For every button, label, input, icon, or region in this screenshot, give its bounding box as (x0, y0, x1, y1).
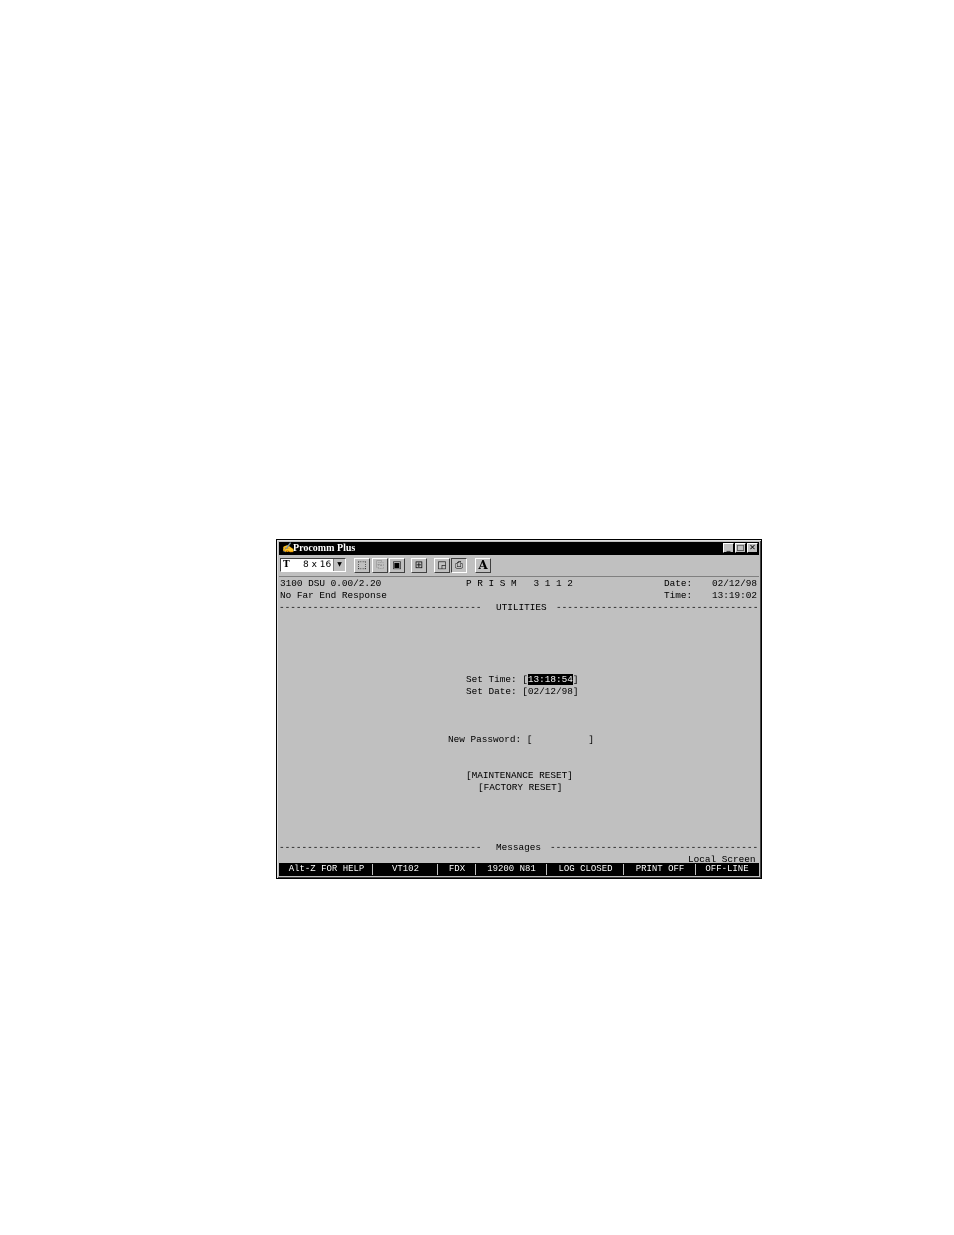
password-field[interactable]: New Password: [] (448, 734, 594, 746)
status-bar: Alt-Z FOR HELP VT102 FDX 19200 N81 LOG C… (279, 863, 759, 876)
password-label: New Password: (448, 734, 522, 745)
font-icon: T (283, 560, 290, 570)
font-icon-button[interactable]: A (475, 558, 491, 573)
log-status[interactable]: LOG CLOSED (548, 864, 624, 875)
product-name: P R I S M 3 1 1 2 (466, 578, 573, 589)
set-time-label: Set Time: (466, 674, 517, 685)
toolbar: T 8 x 16 ▼ ⬚ ⎘ ▣ ⊞ ◲ ⎙ A (279, 556, 759, 574)
set-date-label: Set Date: (466, 686, 517, 697)
print-status[interactable]: PRINT OFF (625, 864, 696, 875)
port-settings[interactable]: 19200 N81 (477, 864, 547, 875)
factory-reset-label: FACTORY RESET (483, 782, 557, 793)
window-controls: _ □ ✕ (722, 543, 758, 554)
printer-icon[interactable]: ⎙ (451, 558, 467, 573)
set-date-field[interactable]: Set Date: [02/12/98] (466, 686, 579, 698)
device-version: 3100 DSU 0.00/2.20 (280, 578, 382, 589)
section-title: UTILITIES (496, 602, 547, 613)
messages-rule-left: ------------------------------------ (279, 842, 482, 853)
line-status[interactable]: OFF-LINE (697, 864, 757, 875)
messages-rule-right: ------------------------------------- (550, 842, 759, 853)
capture-icon[interactable]: ◲ (434, 558, 450, 573)
duplex-status[interactable]: FDX (439, 864, 476, 875)
messages-title: Messages (496, 842, 542, 853)
factory-reset-button[interactable]: [FACTORY RESET] (478, 782, 562, 794)
title-bar[interactable]: ✍ Procomm Plus _ □ ✕ (279, 542, 759, 555)
chevron-down-icon[interactable]: ▼ (333, 559, 345, 571)
set-date-input[interactable]: 02/12/98 (528, 686, 573, 697)
maximize-button[interactable]: □ (735, 543, 746, 553)
paste-icon[interactable]: ▣ (389, 558, 405, 573)
minimize-button[interactable]: _ (723, 543, 734, 553)
select-icon[interactable]: ⬚ (354, 558, 370, 573)
emulation-status[interactable]: VT102 (374, 864, 438, 875)
set-time-field[interactable]: Set Time: [13:18:54] (466, 674, 579, 686)
procomm-window: ✍ Procomm Plus _ □ ✕ T 8 x 16 ▼ ⬚ ⎘ ▣ ⊞ ◲ … (276, 539, 762, 879)
font-size-select[interactable]: T 8 x 16 ▼ (280, 558, 346, 572)
window-title: Procomm Plus (293, 543, 356, 554)
terminal-screen[interactable]: 3100 DSU 0.00/2.20 P R I S M 3 1 1 2 Dat… (279, 576, 759, 865)
close-button[interactable]: ✕ (747, 543, 758, 553)
date-label: Date: (664, 578, 693, 589)
font-size-value: 8 x 16 (303, 560, 332, 570)
section-rule-right: ------------------------------------ (556, 602, 759, 613)
time-label: Time: (664, 590, 693, 601)
help-hint[interactable]: Alt-Z FOR HELP (281, 864, 373, 875)
time-value: 13:19:02 (712, 590, 758, 601)
maintenance-reset-button[interactable]: [MAINTENANCE RESET] (466, 770, 573, 782)
fit-screen-icon[interactable]: ⊞ (411, 558, 427, 573)
copy-icon[interactable]: ⎘ (372, 558, 388, 573)
set-time-input[interactable]: 13:18:54 (527, 674, 573, 685)
section-rule-left: ------------------------------------ (279, 602, 482, 613)
date-value: 02/12/98 (712, 578, 758, 589)
maintenance-reset-label: MAINTENANCE RESET (471, 770, 568, 781)
connection-status: No Far End Response (280, 590, 387, 601)
